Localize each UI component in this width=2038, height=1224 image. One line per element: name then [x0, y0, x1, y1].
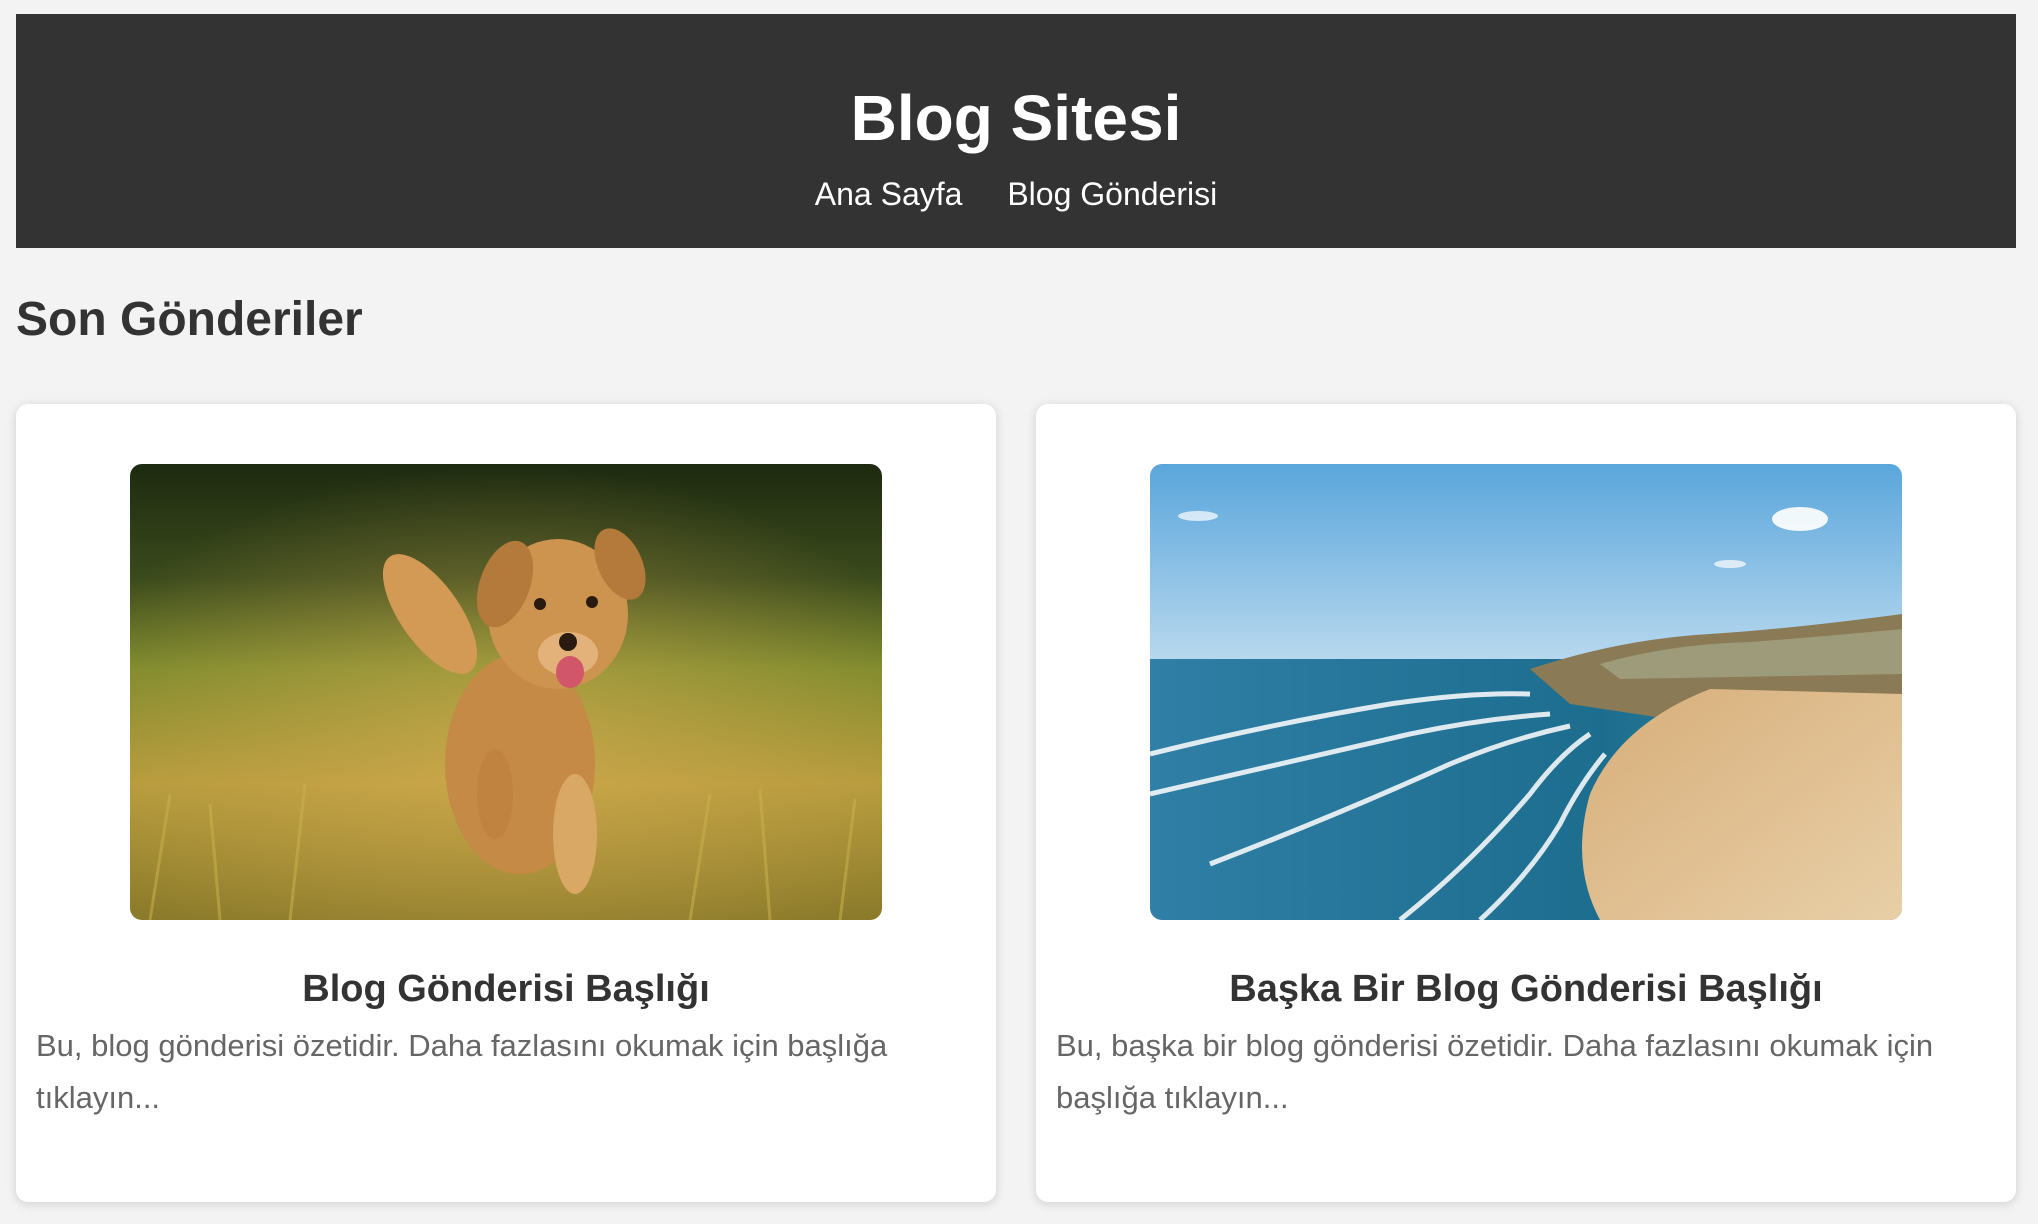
post-title[interactable]: Başka Bir Blog Gönderisi Başlığı [1056, 964, 1996, 1014]
nav-link-home[interactable]: Ana Sayfa [815, 176, 963, 212]
post-card[interactable]: Blog Gönderisi Başlığı Bu, blog gönderis… [16, 404, 996, 1202]
post-image-beach[interactable] [1150, 464, 1902, 920]
site-title: Blog Sitesi [850, 82, 1182, 154]
post-title[interactable]: Blog Gönderisi Başlığı [36, 964, 976, 1014]
dog-photo-illustration [130, 464, 882, 920]
beach-photo-illustration [1150, 464, 1902, 920]
post-image-dog[interactable] [130, 464, 882, 920]
section-title: Son Gönderiler [16, 293, 363, 346]
post-excerpt: Bu, blog gönderisi özetidir. Daha fazlas… [36, 1028, 888, 1115]
post-excerpt: Bu, başka bir blog gönderisi özetidir. D… [1056, 1028, 1934, 1115]
site-header: Blog Sitesi Ana Sayfa Blog Gönderisi [16, 14, 2016, 248]
post-card[interactable]: Başka Bir Blog Gönderisi Başlığı Bu, baş… [1036, 404, 2016, 1202]
nav-link-blog-post[interactable]: Blog Gönderisi [1007, 176, 1217, 212]
main-nav: Ana Sayfa Blog Gönderisi [16, 174, 2016, 214]
